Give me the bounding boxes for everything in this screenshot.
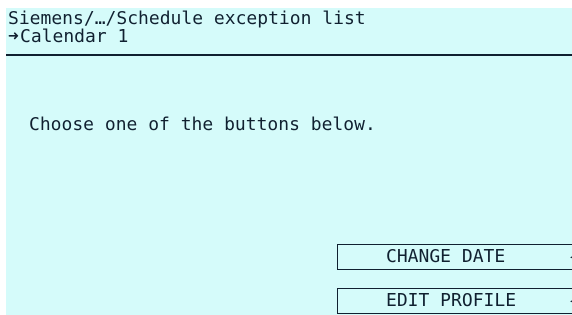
item-arrow-icon: ➜ bbox=[8, 26, 19, 47]
left-arrow-icon: ◂ bbox=[569, 289, 572, 313]
change-date-button[interactable]: CHANGE DATE ◂ bbox=[337, 244, 572, 270]
display-screen: Siemens/…/Schedule exception list ➜Calen… bbox=[6, 8, 572, 315]
header: Siemens/…/Schedule exception list ➜Calen… bbox=[6, 8, 572, 56]
edit-profile-button[interactable]: EDIT PROFILE ◂ bbox=[337, 288, 572, 314]
left-arrow-icon: ◂ bbox=[569, 245, 572, 269]
header-divider bbox=[6, 54, 572, 56]
edit-profile-label: EDIT PROFILE bbox=[386, 290, 517, 311]
current-item: ➜Calendar 1 bbox=[8, 27, 128, 46]
current-item-label: Calendar 1 bbox=[20, 26, 129, 47]
change-date-label: CHANGE DATE bbox=[386, 246, 506, 267]
instruction-text: Choose one of the buttons below. bbox=[29, 114, 376, 135]
